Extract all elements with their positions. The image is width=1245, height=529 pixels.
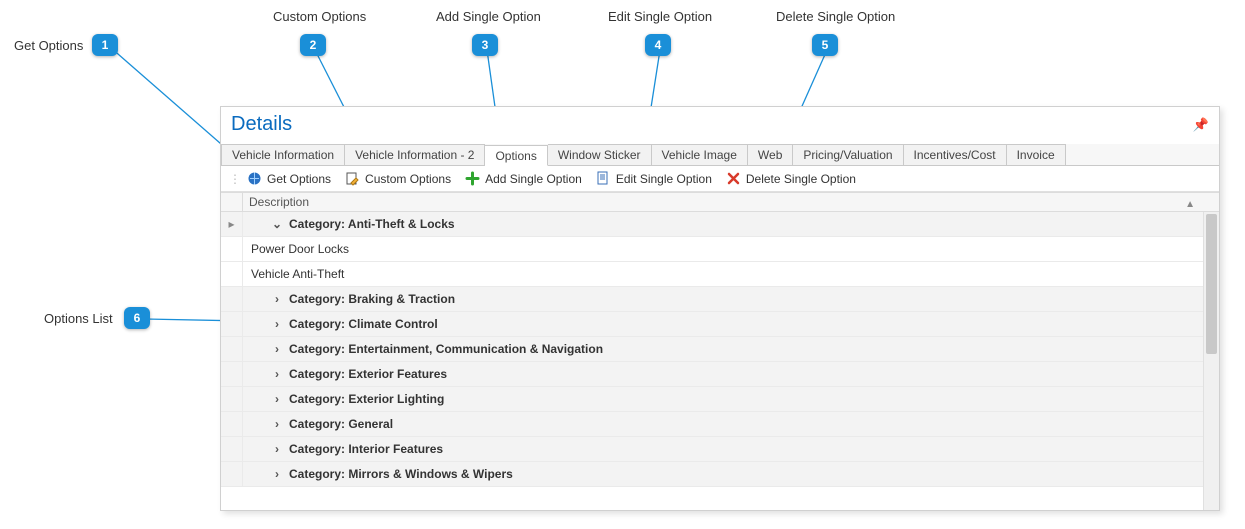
get-options-button[interactable]: Get Options xyxy=(247,171,331,186)
callout-label-5: Delete Single Option xyxy=(776,9,895,24)
category-row-climate[interactable]: › Category: Climate Control xyxy=(221,312,1203,337)
callout-label-1: Get Options xyxy=(14,38,83,53)
callout-label-3: Add Single Option xyxy=(436,9,541,24)
column-description-label: Description xyxy=(249,195,309,209)
row-indicator-icon: ▸ xyxy=(221,212,243,236)
callout-bubble-1: 1 xyxy=(92,34,118,56)
callout-bubble-4: 4 xyxy=(645,34,671,56)
category-label: Category: Mirrors & Windows & Wipers xyxy=(289,467,513,481)
scrollbar-thumb[interactable] xyxy=(1206,214,1217,354)
callout-bubble-3: 3 xyxy=(472,34,498,56)
callout-bubble-2: 2 xyxy=(300,34,326,56)
toolbar-grip-icon: ⋮ xyxy=(229,172,239,186)
callout-label-2: Custom Options xyxy=(273,9,366,24)
panel-title: Details 📌 xyxy=(221,107,1219,144)
chevron-right-icon[interactable]: › xyxy=(271,367,283,381)
tab-vehicle-information-2[interactable]: Vehicle Information - 2 xyxy=(345,144,485,165)
options-list: ▸ ⌄ Category: Anti-Theft & Locks Power D… xyxy=(221,212,1219,510)
category-row-entertainment[interactable]: › Category: Entertainment, Communication… xyxy=(221,337,1203,362)
option-row-vehicle-anti-theft[interactable]: Vehicle Anti-Theft xyxy=(221,262,1203,287)
delete-single-option-label: Delete Single Option xyxy=(746,172,856,186)
edit-page-icon xyxy=(596,171,611,186)
callout-bubble-5: 5 xyxy=(812,34,838,56)
tab-options[interactable]: Options xyxy=(485,145,547,166)
option-row-power-door-locks[interactable]: Power Door Locks xyxy=(221,237,1203,262)
sort-ascending-icon[interactable]: ▲ xyxy=(1185,199,1195,210)
chevron-right-icon[interactable]: › xyxy=(271,392,283,406)
pencil-page-icon xyxy=(345,171,360,186)
tab-pricing-valuation[interactable]: Pricing/Valuation xyxy=(793,144,903,165)
delete-single-option-button[interactable]: Delete Single Option xyxy=(726,171,856,186)
tab-web[interactable]: Web xyxy=(748,144,793,165)
callout-label-4: Edit Single Option xyxy=(608,9,712,24)
tab-incentives-cost[interactable]: Incentives/Cost xyxy=(904,144,1007,165)
pin-icon[interactable]: 📌 xyxy=(1193,117,1209,133)
callout-bubble-6: 6 xyxy=(124,307,150,329)
category-label: Category: Anti-Theft & Locks xyxy=(289,217,455,231)
category-row-exterior-features[interactable]: › Category: Exterior Features xyxy=(221,362,1203,387)
details-panel: Details 📌 Vehicle Information Vehicle In… xyxy=(220,106,1220,511)
custom-options-button[interactable]: Custom Options xyxy=(345,171,451,186)
custom-options-label: Custom Options xyxy=(365,172,451,186)
add-single-option-button[interactable]: Add Single Option xyxy=(465,171,582,186)
callout-label-6: Options List xyxy=(44,311,113,326)
grid-column-header[interactable]: Description ▲ xyxy=(221,192,1219,212)
options-toolbar: ⋮ Get Options Custom Options Add Single … xyxy=(221,166,1219,192)
category-label: Category: Exterior Lighting xyxy=(289,392,444,406)
category-label: Category: Braking & Traction xyxy=(289,292,455,306)
category-row-anti-theft[interactable]: ▸ ⌄ Category: Anti-Theft & Locks xyxy=(221,212,1203,237)
chevron-right-icon[interactable]: › xyxy=(271,467,283,481)
option-label: Vehicle Anti-Theft xyxy=(251,267,344,281)
option-label: Power Door Locks xyxy=(251,242,349,256)
category-label: Category: General xyxy=(289,417,393,431)
chevron-right-icon[interactable]: › xyxy=(271,317,283,331)
chevron-right-icon[interactable]: › xyxy=(271,342,283,356)
category-label: Category: Climate Control xyxy=(289,317,438,331)
tab-window-sticker[interactable]: Window Sticker xyxy=(548,144,652,165)
category-label: Category: Entertainment, Communication &… xyxy=(289,342,603,356)
tabs-bar: Vehicle Information Vehicle Information … xyxy=(221,144,1219,166)
category-row-braking[interactable]: › Category: Braking & Traction xyxy=(221,287,1203,312)
tab-vehicle-information[interactable]: Vehicle Information xyxy=(221,144,345,165)
edit-single-option-button[interactable]: Edit Single Option xyxy=(596,171,712,186)
category-row-exterior-lighting[interactable]: › Category: Exterior Lighting xyxy=(221,387,1203,412)
chevron-down-icon[interactable]: ⌄ xyxy=(271,217,283,231)
tab-vehicle-image[interactable]: Vehicle Image xyxy=(652,144,748,165)
chevron-right-icon[interactable]: › xyxy=(271,417,283,431)
category-label: Category: Interior Features xyxy=(289,442,443,456)
edit-single-option-label: Edit Single Option xyxy=(616,172,712,186)
chevron-right-icon[interactable]: › xyxy=(271,292,283,306)
category-label: Category: Exterior Features xyxy=(289,367,447,381)
delete-x-icon xyxy=(726,171,741,186)
refresh-globe-icon xyxy=(247,171,262,186)
get-options-label: Get Options xyxy=(267,172,331,186)
plus-icon xyxy=(465,171,480,186)
vertical-scrollbar[interactable] xyxy=(1203,212,1219,510)
add-single-option-label: Add Single Option xyxy=(485,172,582,186)
tab-invoice[interactable]: Invoice xyxy=(1007,144,1066,165)
category-row-interior-features[interactable]: › Category: Interior Features xyxy=(221,437,1203,462)
chevron-right-icon[interactable]: › xyxy=(271,442,283,456)
category-row-general[interactable]: › Category: General xyxy=(221,412,1203,437)
category-row-mirrors-windows[interactable]: › Category: Mirrors & Windows & Wipers xyxy=(221,462,1203,487)
